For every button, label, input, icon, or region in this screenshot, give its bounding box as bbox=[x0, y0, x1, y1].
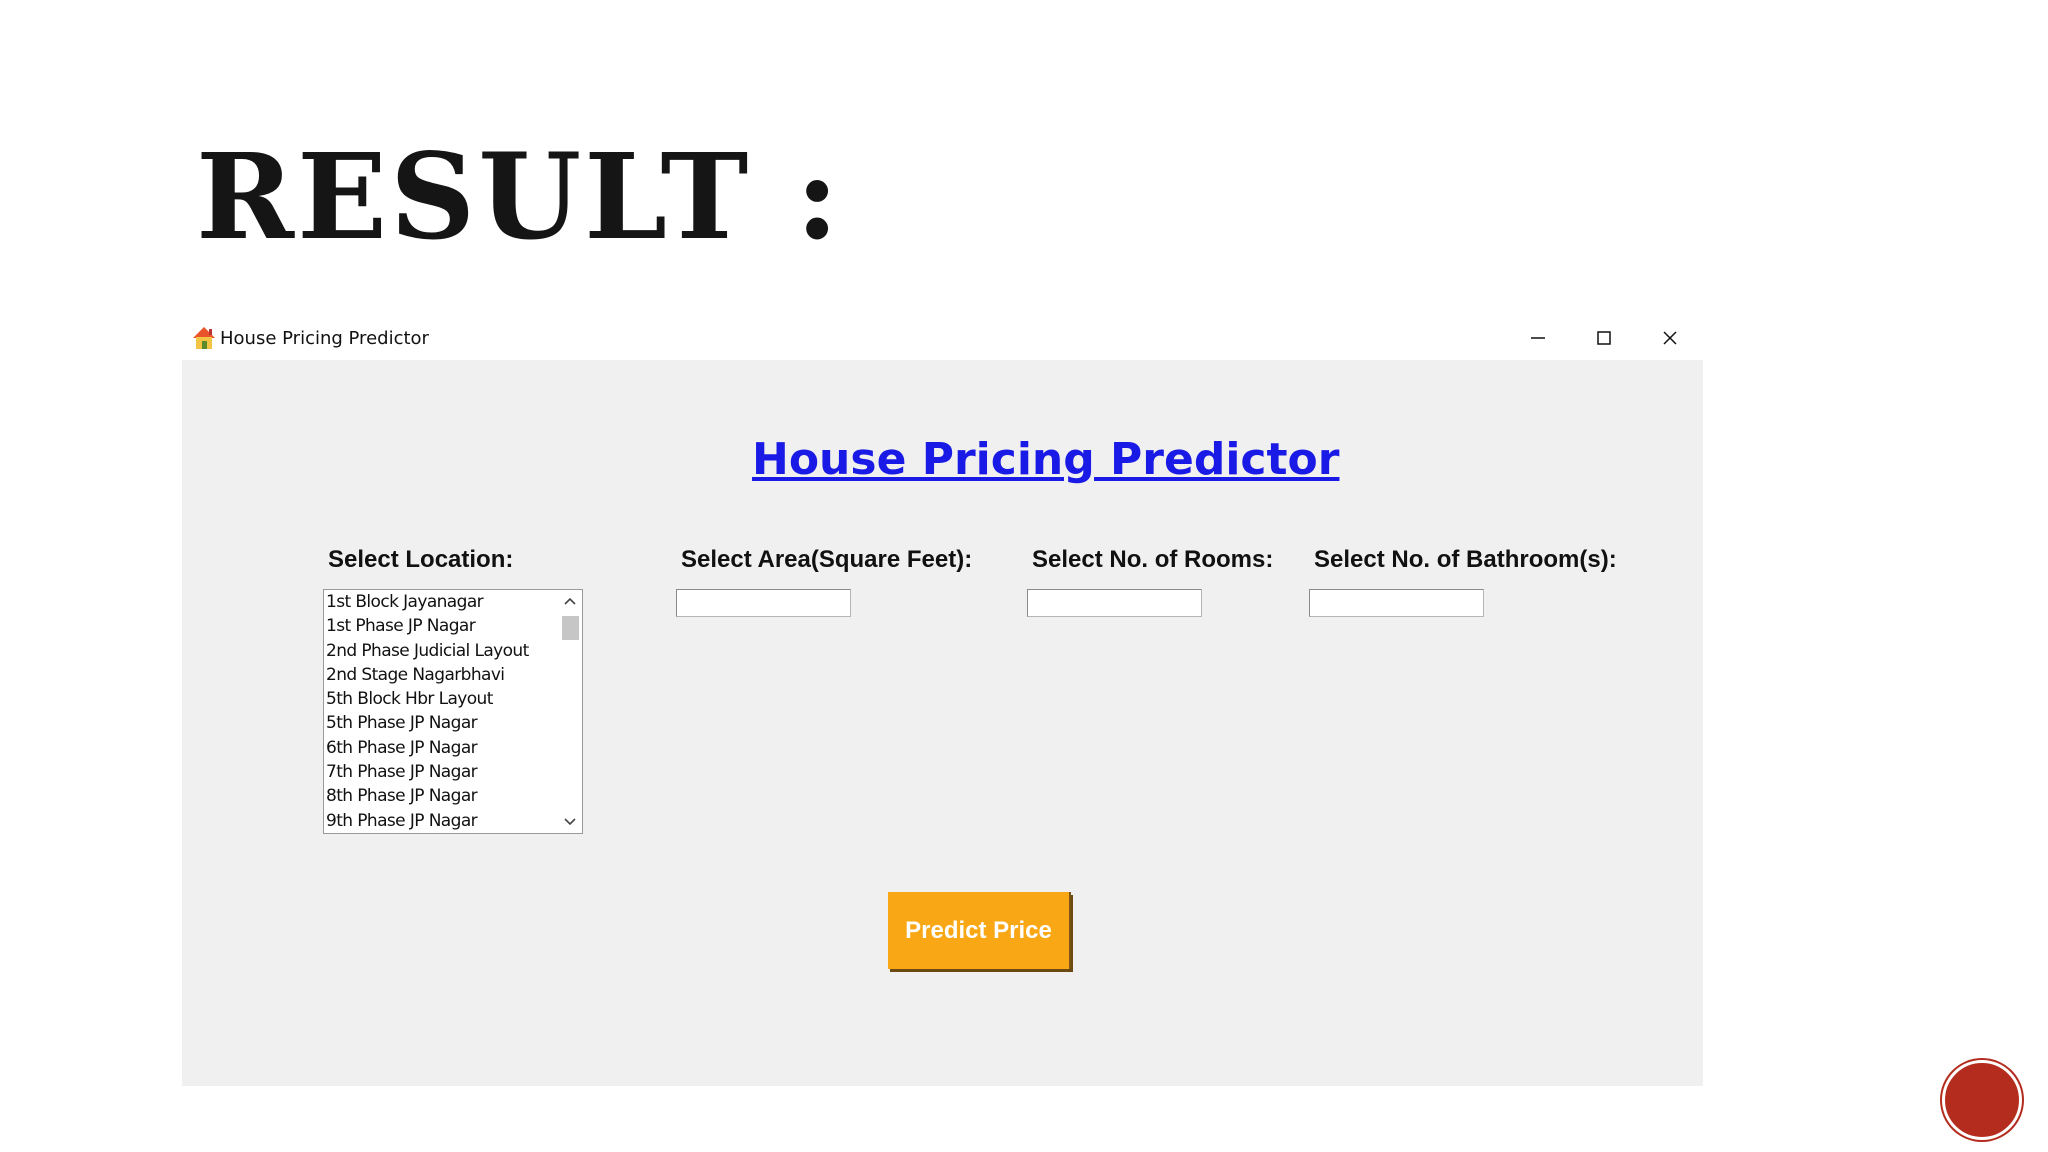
chevron-down-icon bbox=[564, 818, 576, 826]
rooms-input[interactable] bbox=[1027, 589, 1202, 617]
minimize-icon bbox=[1531, 337, 1545, 339]
house-icon bbox=[193, 327, 215, 349]
close-icon bbox=[1663, 331, 1677, 345]
maximize-icon bbox=[1597, 331, 1611, 345]
app-window: House Pricing Predictor House Pricing Pr… bbox=[182, 318, 1703, 1086]
bathrooms-input[interactable] bbox=[1309, 589, 1484, 617]
scroll-up-button[interactable] bbox=[558, 590, 582, 612]
list-item[interactable]: 5th Block Hbr Layout bbox=[324, 687, 582, 711]
chevron-up-icon bbox=[564, 597, 576, 605]
minimize-button[interactable] bbox=[1505, 318, 1571, 358]
location-listbox[interactable]: 1st Block Jayanagar 1st Phase JP Nagar 2… bbox=[323, 589, 583, 834]
listbox-scrollbar[interactable] bbox=[558, 590, 582, 833]
list-item[interactable]: 8th Phase JP Nagar bbox=[324, 784, 582, 808]
maximize-button[interactable] bbox=[1571, 318, 1637, 358]
app-client-area: House Pricing Predictor Select Location:… bbox=[182, 360, 1703, 1086]
window-titlebar[interactable]: House Pricing Predictor bbox=[182, 318, 1703, 360]
list-item[interactable]: 5th Phase JP Nagar bbox=[324, 711, 582, 735]
slide-badge-logo bbox=[1942, 1060, 2022, 1140]
list-item[interactable]: 6th Phase JP Nagar bbox=[324, 736, 582, 760]
list-item[interactable]: 9th Phase JP Nagar bbox=[324, 809, 582, 833]
close-button[interactable] bbox=[1637, 318, 1703, 358]
slide-title: RESULT : bbox=[196, 127, 842, 266]
scroll-thumb[interactable] bbox=[562, 616, 579, 640]
rooms-label: Select No. of Rooms: bbox=[1032, 546, 1274, 573]
list-item[interactable]: 2nd Phase Judicial Layout bbox=[324, 639, 582, 663]
bathrooms-label: Select No. of Bathroom(s): bbox=[1314, 546, 1617, 573]
location-label: Select Location: bbox=[328, 546, 514, 573]
app-heading: House Pricing Predictor bbox=[752, 434, 1340, 485]
area-input[interactable] bbox=[676, 589, 851, 617]
location-list: 1st Block Jayanagar 1st Phase JP Nagar 2… bbox=[324, 590, 582, 833]
list-item[interactable]: 1st Phase JP Nagar bbox=[324, 614, 582, 638]
area-label: Select Area(Square Feet): bbox=[681, 546, 973, 573]
scroll-down-button[interactable] bbox=[558, 811, 582, 833]
list-item[interactable]: 7th Phase JP Nagar bbox=[324, 760, 582, 784]
list-item[interactable]: 2nd Stage Nagarbhavi bbox=[324, 663, 582, 687]
window-title: House Pricing Predictor bbox=[220, 328, 429, 349]
list-item[interactable]: 1st Block Jayanagar bbox=[324, 590, 582, 614]
predict-price-button[interactable]: Predict Price bbox=[888, 892, 1071, 969]
